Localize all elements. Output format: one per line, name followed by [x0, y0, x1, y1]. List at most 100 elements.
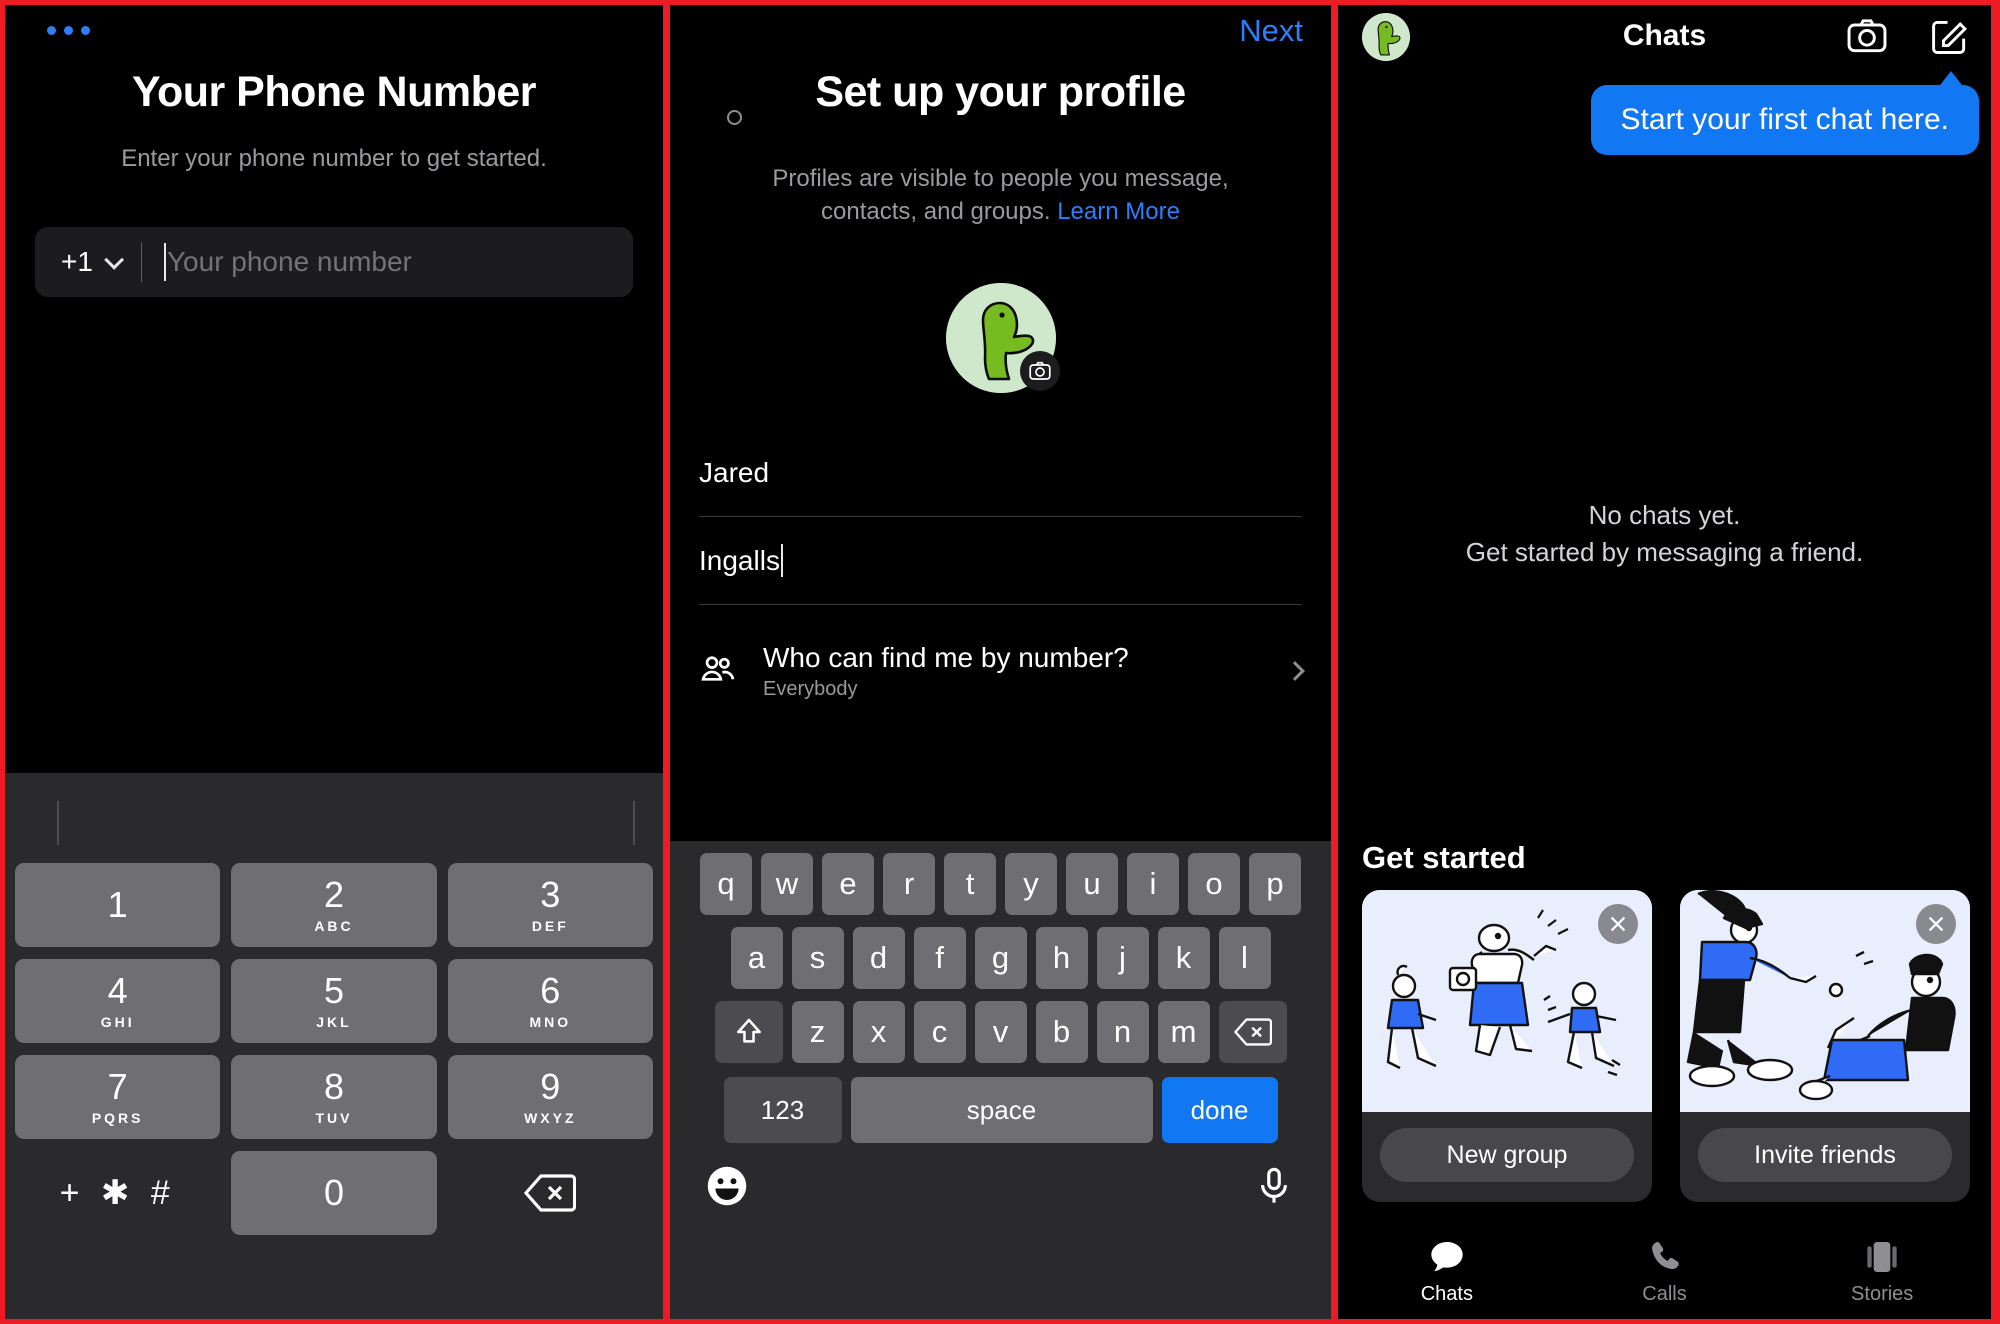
key-letters: PQRS	[91, 1109, 144, 1126]
page-subtitle: Enter your phone number to get started.	[121, 145, 547, 172]
key-letters: DEF	[531, 917, 569, 934]
key-digit: 1	[107, 884, 128, 925]
text-cursor	[780, 544, 783, 577]
key-a[interactable]: a	[730, 927, 783, 989]
last-name-field[interactable]: Ingalls	[699, 517, 1302, 605]
keypad-key-0[interactable]: 0	[231, 1151, 437, 1235]
empty-state-message: No chats yet. Get started by messaging a…	[1338, 497, 1991, 571]
key-f[interactable]: f	[913, 927, 966, 989]
bottom-tab-bar: Chats Calls Stories	[1338, 1223, 1991, 1319]
qwerty-keyboard: q w e r t y u i o p a s d f g h j k l z …	[670, 841, 1331, 1319]
key-b[interactable]: b	[1035, 1001, 1088, 1063]
people-helping-illustration	[1680, 890, 1970, 1112]
next-button[interactable]: Next	[1239, 13, 1303, 49]
tab-chats[interactable]: Chats	[1338, 1223, 1556, 1319]
close-icon[interactable]	[1598, 904, 1638, 944]
text-cursor	[163, 243, 166, 281]
key-w[interactable]: w	[761, 853, 813, 915]
key-digit: 9	[540, 1065, 561, 1107]
close-icon[interactable]	[1916, 904, 1956, 944]
done-key[interactable]: done	[1161, 1077, 1278, 1143]
keypad-caret-right	[633, 801, 635, 845]
key-v[interactable]: v	[974, 1001, 1027, 1063]
keypad-key-3[interactable]: 3 DEF	[447, 863, 653, 947]
key-z[interactable]: z	[791, 1001, 844, 1063]
tab-stories[interactable]: Stories	[1773, 1223, 1991, 1319]
new-group-button[interactable]: New group	[1380, 1128, 1634, 1182]
get-started-card-new-group[interactable]: New group	[1362, 890, 1652, 1202]
camera-icon[interactable]	[1845, 14, 1889, 63]
camera-icon[interactable]	[1019, 351, 1060, 391]
keypad-key-7[interactable]: 7 PQRS	[15, 1055, 221, 1139]
key-c[interactable]: c	[913, 1001, 966, 1063]
row-label: Who can find me by number?	[763, 641, 1129, 673]
keypad-key-1[interactable]: 1	[15, 863, 221, 947]
backspace-icon[interactable]	[1218, 1001, 1287, 1063]
get-started-carousel[interactable]: New group Invite friends	[1362, 890, 1991, 1202]
page-title: Your Phone Number	[131, 68, 537, 116]
numbers-key[interactable]: 123	[723, 1077, 842, 1143]
keypad-key-6[interactable]: 6 MNO	[447, 959, 653, 1043]
key-letters: TUV	[315, 1109, 353, 1126]
key-m[interactable]: m	[1157, 1001, 1210, 1063]
tab-label: Chats	[1420, 1282, 1473, 1305]
emoji-icon[interactable]	[706, 1165, 748, 1212]
key-e[interactable]: e	[822, 853, 874, 915]
invite-friends-button[interactable]: Invite friends	[1698, 1128, 1952, 1182]
numeric-keypad: 1 2 ABC 3 DEF 4 GHI 5 JKL 6 MNO 7 PQRS 8…	[5, 773, 663, 1319]
key-g[interactable]: g	[974, 927, 1027, 989]
key-h[interactable]: h	[1035, 927, 1088, 989]
get-started-card-invite-friends[interactable]: Invite friends	[1680, 890, 1970, 1202]
first-name-value: Jared	[699, 456, 770, 488]
last-name-value: Ingalls	[699, 544, 780, 576]
key-o[interactable]: o	[1188, 853, 1240, 915]
chat-bubble-icon	[1431, 1241, 1463, 1271]
keypad-key-symbols[interactable]: + ✱ #	[15, 1151, 220, 1235]
chats-header: Chats	[1338, 5, 1991, 71]
people-running-illustration	[1362, 890, 1652, 1112]
space-key[interactable]: space	[850, 1077, 1153, 1143]
tab-calls[interactable]: Calls	[1556, 1223, 1774, 1319]
avatar-picker[interactable]	[945, 283, 1060, 393]
country-code-selector[interactable]: +1	[35, 246, 124, 278]
microphone-icon[interactable]	[1253, 1165, 1295, 1212]
phone-number-field[interactable]: +1 Your phone number	[35, 227, 633, 297]
key-u[interactable]: u	[1066, 853, 1118, 915]
key-j[interactable]: j	[1096, 927, 1149, 989]
keyboard-row-3: z x c v b n m	[670, 989, 1331, 1063]
key-i[interactable]: i	[1127, 853, 1179, 915]
key-letters: JKL	[316, 1013, 352, 1030]
key-d[interactable]: d	[852, 927, 905, 989]
phone-input-placeholder[interactable]: Your phone number	[167, 246, 412, 278]
key-t[interactable]: t	[944, 853, 996, 915]
key-p[interactable]: p	[1249, 853, 1301, 915]
key-r[interactable]: r	[883, 853, 935, 915]
keypad-key-5[interactable]: 5 JKL	[231, 959, 437, 1043]
keypad-key-8[interactable]: 8 TUV	[231, 1055, 437, 1139]
key-digit: 6	[540, 969, 561, 1011]
key-letters: ABC	[314, 917, 354, 934]
key-n[interactable]: n	[1096, 1001, 1149, 1063]
key-y[interactable]: y	[1005, 853, 1057, 915]
header-actions	[1845, 14, 1971, 63]
shift-icon[interactable]	[714, 1001, 783, 1063]
keypad-delete-icon[interactable]	[448, 1151, 653, 1235]
first-name-field[interactable]: Jared	[699, 429, 1302, 517]
compose-icon[interactable]	[1927, 14, 1971, 63]
key-q[interactable]: q	[700, 853, 752, 915]
key-s[interactable]: s	[791, 927, 844, 989]
who-can-find-me-row[interactable]: Who can find me by number? Everybody	[699, 623, 1305, 719]
more-dots-icon[interactable]	[47, 26, 90, 35]
key-l[interactable]: l	[1218, 927, 1271, 989]
keypad-key-9[interactable]: 9 WXYZ	[447, 1055, 653, 1139]
people-icon	[699, 650, 737, 693]
keypad-key-2[interactable]: 2 ABC	[231, 863, 437, 947]
row-value: Everybody	[763, 677, 858, 700]
key-k[interactable]: k	[1157, 927, 1210, 989]
first-chat-tooltip[interactable]: Start your first chat here.	[1590, 85, 1979, 155]
key-digit: 4	[107, 969, 128, 1011]
key-digit: 3	[540, 873, 561, 915]
key-x[interactable]: x	[852, 1001, 905, 1063]
learn-more-link[interactable]: Learn More	[1057, 198, 1180, 225]
keypad-key-4[interactable]: 4 GHI	[15, 959, 221, 1043]
